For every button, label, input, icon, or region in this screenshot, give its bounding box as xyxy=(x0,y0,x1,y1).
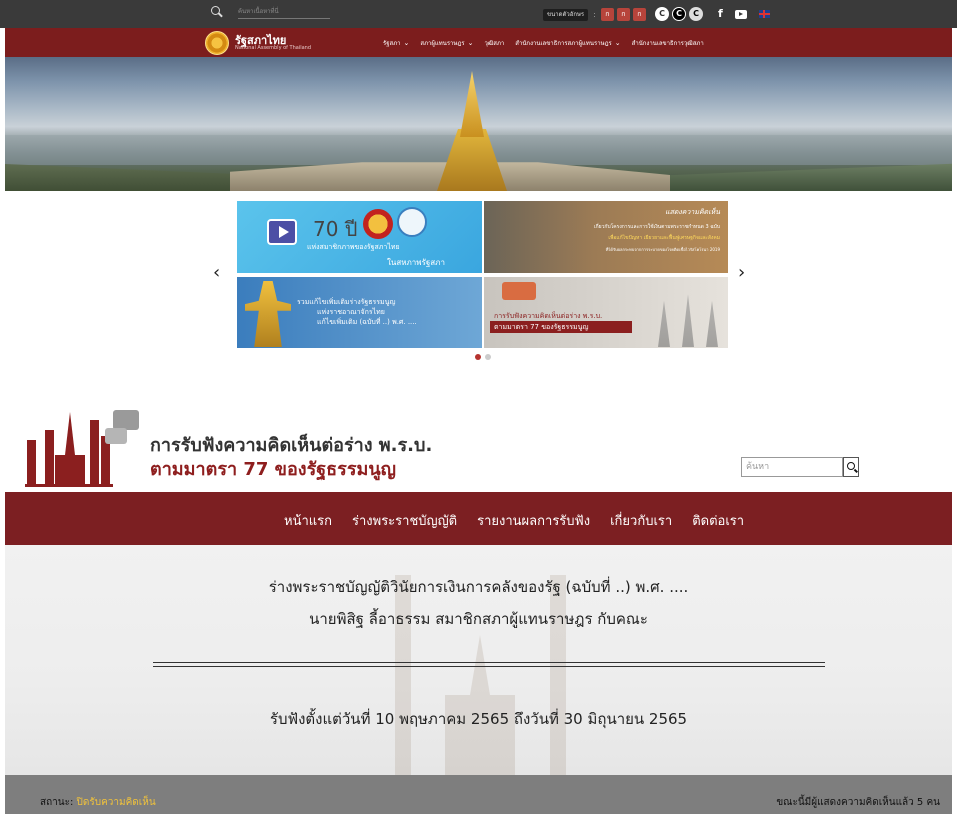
facebook-icon[interactable]: f xyxy=(718,7,723,20)
monument-image xyxy=(658,294,718,347)
banner-card-constitution[interactable]: รวมแก้ไขเพิ่มเติมร่างรัฐธรรมนูญ แห่งราชอ… xyxy=(237,277,482,348)
hero-banner-image xyxy=(5,57,952,191)
font-size-large-button[interactable]: ก xyxy=(632,8,646,21)
carousel-indicators xyxy=(475,354,491,360)
bill-proposer: นายพิสิฐ ลี้อาธรรม สมาชิกสภาผู้แทนราษฎร … xyxy=(309,610,648,628)
status-bar: สถานะ: ปิดรับความคิดเห็น ขณะนี้มีผู้แสดง… xyxy=(5,775,952,814)
banner-card-text: เกี่ยวกับโครงการและการใช้เงินตามพระราชกำ… xyxy=(593,224,720,230)
site-nav-home[interactable]: หน้าแรก xyxy=(284,510,332,531)
banner-card-text: เพื่อแก้ไขปัญหา เยียวยาและฟื้นฟูเศรษฐกิจ… xyxy=(608,235,720,241)
bill-title: ร่างพระราชบัญญัติวินัยการเงินการคลังของร… xyxy=(268,578,689,596)
nav-item-label: รัฐสภา xyxy=(383,40,401,47)
site-subtitle: ตามมาตรา 77 ของรัฐธรรมนูญ xyxy=(150,459,397,480)
chevron-down-icon: ⌄ xyxy=(467,39,474,47)
contrast-dark-button[interactable]: C xyxy=(672,7,686,21)
parliament-nav-links: รัฐสภา ⌄ สภาผู้แทนราษฎร ⌄ วุฒิสภา สำนักงาน… xyxy=(383,38,704,48)
social-links: f xyxy=(718,7,770,20)
banner-card-heading: แสดงความคิดเห็น xyxy=(665,208,720,216)
monument-image xyxy=(245,281,291,347)
nav-item-house[interactable]: สภาผู้แทนราษฎร ⌄ xyxy=(420,38,473,48)
nav-item-senate-secretariat[interactable]: สำนักงานเลขาธิการวุฒิสภา xyxy=(632,38,704,48)
top-search-input[interactable] xyxy=(238,5,330,19)
font-size-controls: ขนาดตัวอักษร : ก ก ก xyxy=(543,8,646,21)
site-search-input[interactable] xyxy=(741,457,843,477)
utility-bar: ขนาดตัวอักษร : ก ก ก C C C f xyxy=(0,0,957,28)
site-nav-about[interactable]: เกี่ยวกับเรา xyxy=(610,510,672,531)
search-icon[interactable] xyxy=(210,5,224,19)
chevron-down-icon: ⌄ xyxy=(403,39,410,47)
banner-card-heading: 70 ปี xyxy=(313,217,358,241)
carousel-next-button[interactable]: › xyxy=(738,262,745,283)
carousel-prev-button[interactable]: ‹ xyxy=(213,262,220,283)
carousel-dot[interactable] xyxy=(475,354,481,360)
brand-subtitle: National Assembly of Thailand xyxy=(235,45,311,51)
separator: : xyxy=(593,10,596,19)
nav-item-label: สภาผู้แทนราษฎร xyxy=(420,40,465,47)
banner-card-text: ในสหภาพรัฐสภา xyxy=(387,258,445,267)
banner-card-70-years[interactable]: 70 ปี แห่งสมาชิกภาพของรัฐสภาไทย ในสหภาพร… xyxy=(237,201,482,273)
parliament-emblem-icon[interactable] xyxy=(205,31,229,55)
double-divider xyxy=(153,662,825,667)
status-field: สถานะ: ปิดรับความคิดเห็น xyxy=(40,795,156,810)
status-label: สถานะ: xyxy=(40,797,74,808)
nav-item-house-secretariat[interactable]: สำนักงานเลขาธิการสภาผู้แทนราษฎร ⌄ xyxy=(515,38,620,48)
carousel-dot[interactable] xyxy=(485,354,491,360)
banner-card-text: ตามมาตรา 77 ของรัฐธรรมนูญ xyxy=(490,321,632,333)
status-badge: ปิดรับความคิดเห็น xyxy=(76,797,156,808)
site-nav-links: หน้าแรก ร่างพระราชบัญญัติ รายงานผลการรับ… xyxy=(284,510,744,531)
site-nav: หน้าแรก ร่างพระราชบัญญัติ รายงานผลการรับ… xyxy=(5,492,952,545)
play-video-icon[interactable] xyxy=(267,219,297,245)
uk-flag-icon[interactable] xyxy=(758,10,770,18)
banner-card-text: แห่งสมาชิกภาพของรัฐสภาไทย xyxy=(307,243,400,251)
nav-item-senate[interactable]: วุฒิสภา xyxy=(485,38,505,48)
bill-detail-panel: ร่างพระราชบัญญัติวินัยการเงินการคลังของร… xyxy=(5,545,952,775)
speech-bubble-icon xyxy=(502,282,536,300)
contrast-normal-button[interactable]: C xyxy=(655,7,669,21)
banner-card-text: แก้ไขเพิ่มเติม (ฉบับที่ ..) พ.ศ. .... xyxy=(317,318,417,326)
site-nav-bills[interactable]: ร่างพระราชบัญญัติ xyxy=(352,510,457,531)
banner-card-text: ที่ได้รับผลกระทบจากการระบาดของโรคติดเชื้… xyxy=(605,247,720,252)
nav-item-parliament[interactable]: รัฐสภา ⌄ xyxy=(383,38,409,48)
search-icon xyxy=(847,462,855,470)
nav-item-label: วุฒิสภา xyxy=(484,40,505,47)
consultation-period: รับฟังตั้งแต่วันที่ 10 พฤษภาคม 2565 ถึงว… xyxy=(269,710,688,728)
contrast-high-button[interactable]: C xyxy=(689,7,703,21)
top-search xyxy=(210,5,330,19)
participant-count: ขณะนี้มีผู้แสดงความคิดเห็นแล้ว 5 คน xyxy=(776,797,940,808)
site-nav-reports[interactable]: รายงานผลการรับฟัง xyxy=(477,510,590,531)
chevron-down-icon: ⌄ xyxy=(614,39,621,47)
site-nav-contact[interactable]: ติดต่อเรา xyxy=(692,510,744,531)
democracy-monument-logo-icon[interactable] xyxy=(25,400,140,488)
nav-item-label: สำนักงานเลขาธิการสภาผู้แทนราษฎร xyxy=(515,40,612,47)
site-search-button[interactable] xyxy=(843,457,859,477)
ipu-logo-icon xyxy=(397,207,427,237)
nav-item-label: สำนักงานเลขาธิการวุฒิสภา xyxy=(631,40,704,47)
youtube-icon[interactable] xyxy=(734,9,747,19)
font-size-small-button[interactable]: ก xyxy=(600,8,614,21)
hero-golden-spire xyxy=(460,71,484,137)
banner-card-opinion[interactable]: แสดงความคิดเห็น เกี่ยวกับโครงการและการใช… xyxy=(484,201,728,273)
contrast-controls: C C C xyxy=(655,7,703,21)
parliament-nav: รัฐสภาไทย National Assembly of Thailand … xyxy=(5,28,952,57)
font-size-label: ขนาดตัวอักษร xyxy=(543,8,589,21)
font-size-medium-button[interactable]: ก xyxy=(616,8,630,21)
parliament-seal-icon xyxy=(363,209,393,239)
banner-card-section-77[interactable]: การรับฟังความคิดเห็นต่อร่าง พ.ร.บ. ตามมา… xyxy=(484,277,728,348)
